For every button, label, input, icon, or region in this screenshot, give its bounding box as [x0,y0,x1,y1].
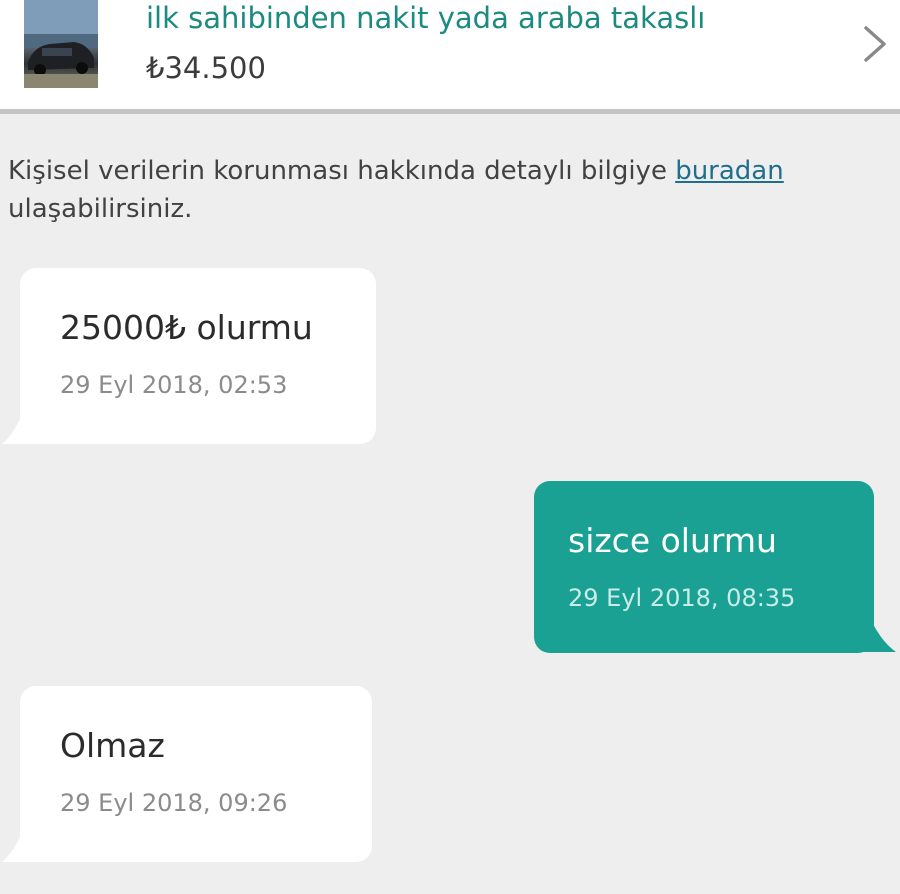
listing-price: ₺34.500 [146,51,266,85]
privacy-link[interactable]: buradan [675,156,784,186]
privacy-notice-text: Kişisel verilerin korunması hakkında det… [8,156,676,186]
listing-header[interactable]: ilk sahibinden nakit yada araba takaslı … [0,0,900,114]
privacy-notice-text-after: ulaşabilirsiniz. [8,194,193,224]
message-timestamp: 29 Eyl 2018, 09:26 [60,789,288,817]
message-text: sizce olurmu [568,521,777,560]
message-text: 25000₺ olurmu [60,308,313,347]
privacy-notice: Kişisel verilerin korunması hakkında det… [8,152,892,228]
message-timestamp: 29 Eyl 2018, 02:53 [60,371,288,399]
message-text: Olmaz [60,726,165,765]
listing-thumbnail[interactable] [24,0,98,88]
listing-title: ilk sahibinden nakit yada araba takaslı [146,1,706,35]
message-timestamp: 29 Eyl 2018, 08:35 [568,584,796,612]
bubble-tail [858,622,896,652]
message-bubble-incoming: 25000₺ olurmu 29 Eyl 2018, 02:53 [20,268,376,444]
bubble-tail [2,414,34,444]
chevron-right-icon[interactable] [858,24,892,64]
message-bubble-incoming: Olmaz 29 Eyl 2018, 09:26 [20,686,372,862]
bubble-tail [2,832,34,862]
message-bubble-outgoing: sizce olurmu 29 Eyl 2018, 08:35 [534,481,874,653]
car-photo-icon [24,0,98,88]
